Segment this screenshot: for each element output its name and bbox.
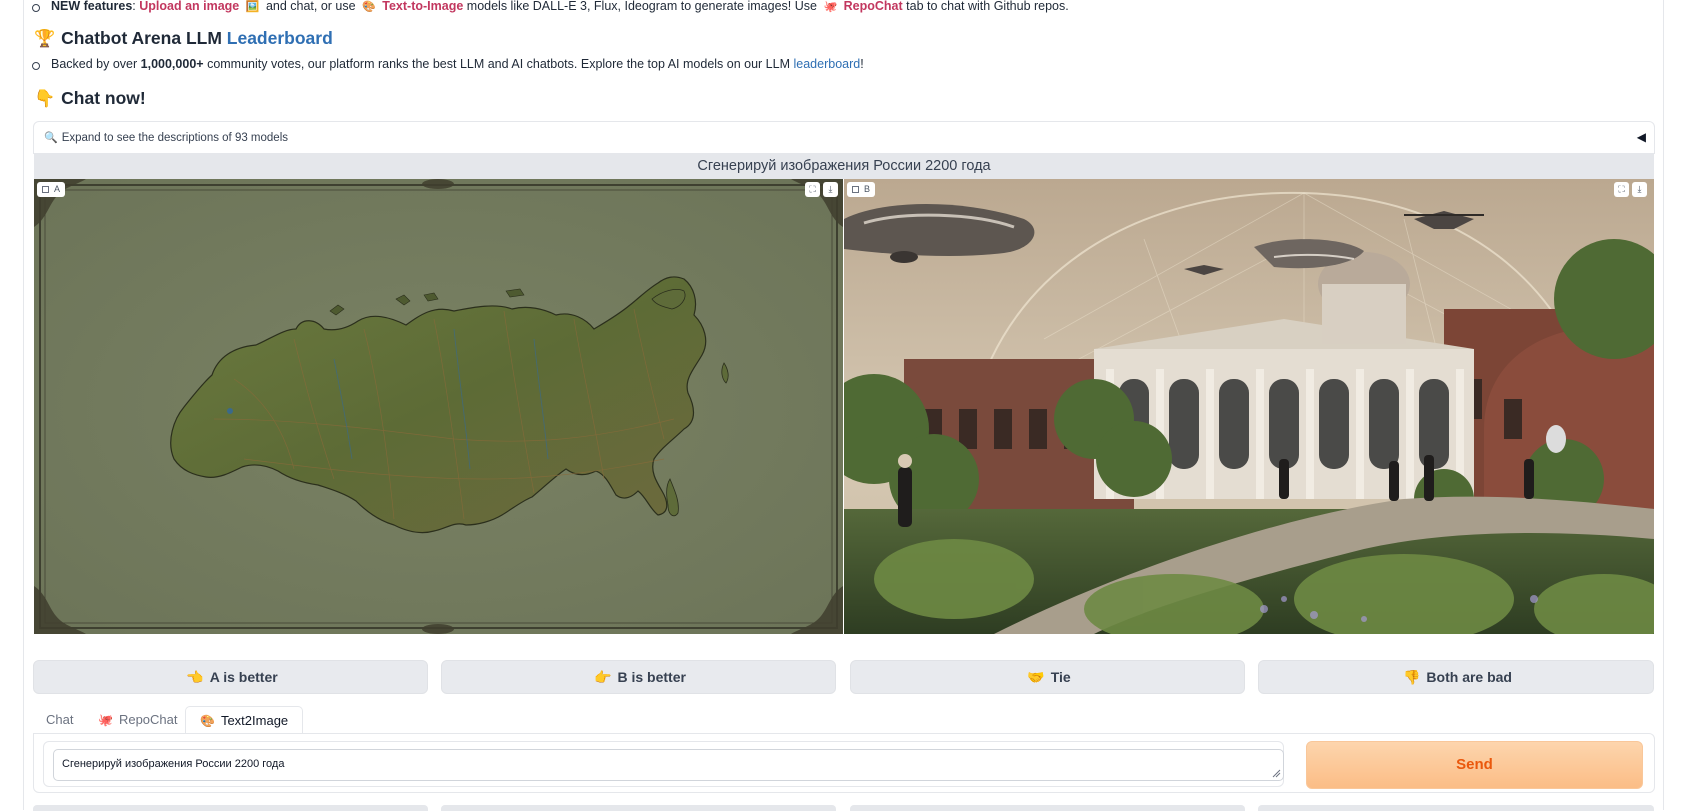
features-text-1: and chat, or use xyxy=(265,0,356,13)
image-icon xyxy=(852,186,859,193)
image-b-panel: B xyxy=(844,179,1654,634)
tab-repochat[interactable]: 🐙 RepoChat xyxy=(98,706,178,734)
futuristic-city-image xyxy=(844,179,1654,634)
image-a-label: A xyxy=(37,182,66,197)
both-are-bad-label: Both are bad xyxy=(1426,669,1512,685)
tie-label: Tie xyxy=(1050,669,1071,685)
pointing-right-icon: 👉 xyxy=(594,669,612,685)
octopus-icon: 🐙 xyxy=(823,1,838,13)
page: NEW features: Upload an image 🖼️ and cha… xyxy=(0,0,1688,811)
votes-text-1: Backed by over xyxy=(51,57,138,71)
prompt-input[interactable] xyxy=(53,749,1284,781)
handshake-icon: 🤝 xyxy=(1027,669,1045,685)
features-text-3: tab to chat with Github repos. xyxy=(906,0,1069,13)
thumbs-down-icon: 👎 xyxy=(1402,669,1421,685)
palette-icon: 🎨 xyxy=(362,1,376,13)
octopus-icon: 🐙 xyxy=(98,713,113,727)
a-is-better-button[interactable]: 👈 A is better xyxy=(33,660,428,694)
fullscreen-b-icon[interactable]: ⛶ xyxy=(1614,182,1629,197)
chat-now-text: Chat now! xyxy=(61,88,146,108)
image-b-label-text: B xyxy=(864,184,871,194)
b-is-better-button[interactable]: 👉 B is better xyxy=(441,660,836,694)
model-descriptions-accordion[interactable]: 🔍 Expand to see the descriptions of 93 mo… xyxy=(33,121,1655,154)
tie-button[interactable]: 🤝 Tie xyxy=(850,660,1245,694)
trophy-icon: 🏆 xyxy=(34,29,56,48)
leaderboard-heading-link[interactable]: Leaderboard xyxy=(227,28,333,48)
image-a-panel: A xyxy=(34,179,843,634)
prompt-display: Сгенерируй изображения России 2200 года xyxy=(34,154,1654,179)
send-button[interactable]: Send xyxy=(1306,741,1643,789)
upload-image-link[interactable]: Upload an image xyxy=(139,0,239,13)
chat-now-heading: 👇 Chat now! xyxy=(34,88,146,109)
fullscreen-a-icon[interactable]: ⛶ xyxy=(805,182,820,197)
frame-border-left xyxy=(23,0,24,810)
leaderboard-link[interactable]: leaderboard xyxy=(794,57,861,71)
palette-icon: 🎨 xyxy=(200,714,215,728)
below-button-1 xyxy=(33,805,428,811)
download-b-icon[interactable]: ⤓ xyxy=(1632,182,1647,197)
a-is-better-label: A is better xyxy=(209,669,278,685)
below-button-4 xyxy=(1258,805,1654,811)
pointing-down-icon: 👇 xyxy=(34,89,56,108)
frame-border-right xyxy=(1663,0,1664,810)
image-icon xyxy=(42,186,49,193)
tab-repochat-label: RepoChat xyxy=(118,712,178,727)
collapse-triangle-icon[interactable]: ◀ xyxy=(1637,130,1646,144)
tab-chat[interactable]: Chat xyxy=(46,706,73,734)
tab-chat-label: Chat xyxy=(46,712,74,727)
both-are-bad-button[interactable]: 👎 Both are bad xyxy=(1258,660,1654,694)
repochat-link[interactable]: RepoChat xyxy=(844,0,903,13)
votes-count: 1,000,000+ xyxy=(140,57,204,71)
russia-map-image xyxy=(34,179,843,634)
tab-text2image-label: Text2Image xyxy=(220,713,289,728)
votes-bullet: Backed by over 1,000,000+ community vote… xyxy=(32,57,864,71)
below-button-3 xyxy=(850,805,1245,811)
b-is-better-label: B is better xyxy=(617,669,686,685)
votes-text-end: ! xyxy=(860,57,864,71)
resize-handle-icon[interactable] xyxy=(1271,768,1281,778)
pointing-left-icon: 👈 xyxy=(186,669,204,685)
accordion-label: 🔍 Expand to see the descriptions of 93 mo… xyxy=(44,131,288,144)
magnifier-icon: 🔍 xyxy=(44,132,58,144)
image-a-label-text: A xyxy=(54,184,61,194)
features-bullet: NEW features: Upload an image 🖼️ and cha… xyxy=(32,0,1069,13)
text-to-image-link[interactable]: Text-to-Image xyxy=(382,0,463,13)
features-lead: NEW features xyxy=(51,0,133,13)
tab-text2image[interactable]: 🎨 Text2Image xyxy=(185,706,304,734)
picture-icon: 🖼️ xyxy=(245,1,260,13)
download-a-icon[interactable]: ⤓ xyxy=(823,182,838,197)
accordion-label-text: Expand to see the descriptions of 93 mod… xyxy=(61,132,289,144)
leaderboard-heading: 🏆 Chatbot Arena LLM Leaderboard xyxy=(34,28,333,49)
features-text-2: models like DALL-E 3, Flux, Ideogram to … xyxy=(466,0,817,13)
votes-text-2: community votes, our platform ranks the … xyxy=(207,57,791,71)
image-b-label: B xyxy=(847,182,876,197)
below-button-2 xyxy=(441,805,836,811)
leaderboard-heading-text: Chatbot Arena LLM xyxy=(61,28,222,48)
